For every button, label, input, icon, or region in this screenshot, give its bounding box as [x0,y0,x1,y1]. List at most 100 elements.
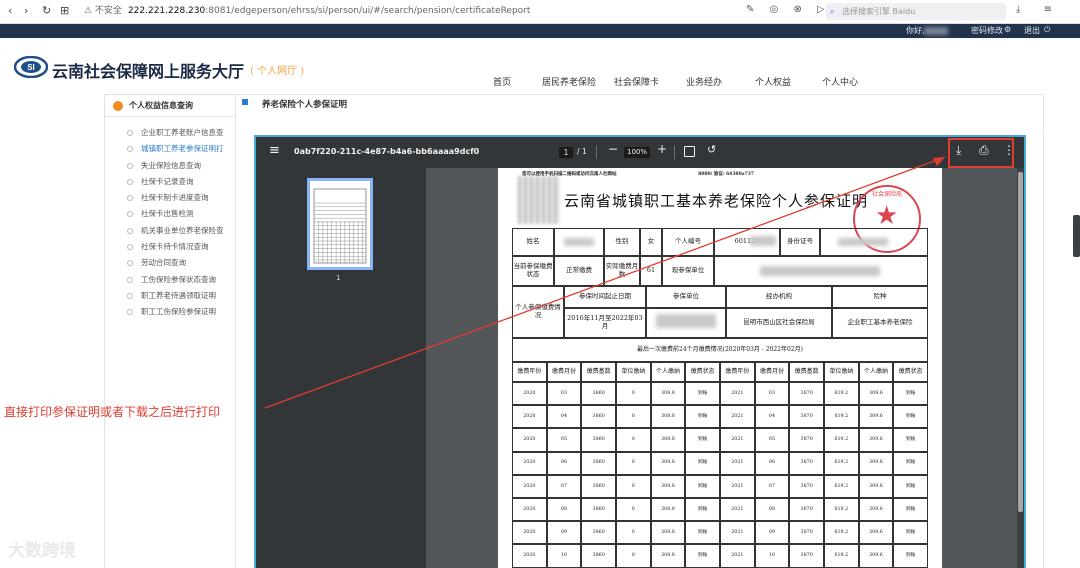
table-cell: 619.2 [824,498,859,522]
bullet-icon [127,260,133,267]
table-cell: 309.6 [858,498,894,522]
rotate-icon[interactable]: ↺ [707,143,716,156]
column-header-text: 缴费年份 [725,368,750,376]
table-cell-text: 04 [560,413,568,419]
nav-personal-rights[interactable]: 个人权益 [755,75,791,88]
table-cell-text: 到账 [905,390,916,396]
sidebar: 个人权益信息查询 企业职工养老账户信息查 城镇职工养老参保证明打 失业保险信息查询社… [104,94,236,568]
nav-personal-center[interactable]: 个人中心 [822,75,858,88]
sidebar-item[interactable]: 职工工伤保险参保证明 [105,304,235,320]
bullet-icon [127,276,133,283]
zoom-in-button[interactable]: + [657,142,667,156]
page-thumbnail[interactable] [307,178,373,270]
table-cell-text: 3870 [800,413,813,419]
period-label-text: 参保时间起止日期 [579,292,631,301]
table-cell-text: 308.8 [661,413,675,419]
address-bar[interactable]: ⚠ 不安全 222.221.228.230:8081/edgeperson/ehr… [84,3,724,20]
bullet-icon [127,211,133,218]
sidebar-item[interactable]: 社保卡记录查询 [105,174,235,190]
table-cell-text: 308.8 [661,460,675,466]
sidebar-item[interactable]: 工伤保险参保状态查询 [105,272,235,288]
table-cell: 2020 [512,521,547,545]
logout-link[interactable]: 退出 [1024,25,1040,36]
sidebar-item[interactable]: 社保卡持卡情况查询 [105,239,235,255]
table-cell-text: 308.8 [661,437,675,443]
fit-page-icon[interactable] [684,146,695,157]
scrollbar-thumb[interactable] [1018,172,1023,512]
thumbnail-page-number: 1 [336,274,341,282]
hamburger-icon[interactable]: ≡ [269,143,280,158]
type-label-text: 险种 [873,292,887,301]
zoom-out-button[interactable]: − [608,142,618,156]
section-title: 最后一次缴费前24个月缴费情况(2020年03月 - 2022年02月) [512,338,928,362]
table-cell-text: 0 [631,390,635,396]
sidebar-item[interactable]: 劳动合同查询 [105,255,235,271]
column-header-text: 缴费基数 [794,368,819,376]
table-cell: 3870 [789,382,824,406]
table-cell-text: 03 [560,390,568,396]
qr-code-blurred [518,176,560,224]
zoom-input[interactable]: 100% [624,147,650,158]
power-icon[interactable]: ⏻ [1044,25,1050,35]
table-cell-text: 309.6 [869,553,883,559]
page-number-input[interactable]: 1 [559,147,573,158]
column-header: 缴费基数 [581,362,616,382]
side-handle[interactable] [1073,215,1080,257]
table-cell-text: 619.2 [834,390,849,396]
nav-home[interactable]: 首页 [493,75,511,88]
table-cell-text: 2021 [731,483,744,489]
table-cell-text: 到账 [697,529,708,535]
table-cell: 09 [754,521,790,545]
table-cell-text: 619.2 [834,483,849,489]
period-value-text: 2016年11月至2022年03月 [567,314,643,330]
sidebar-item[interactable]: 企业职工养老账户信息查 [105,125,235,141]
toolbar-divider [596,146,597,159]
table-cell-text: 到账 [905,529,916,535]
browser-search-input[interactable]: ⌕ 选择搜索引擎 Baidu [826,3,1006,20]
table-cell-text: 到账 [697,437,708,443]
table-cell: 09 [546,521,582,545]
table-cell: 308.8 [650,474,686,498]
table-cell-text: 2020 [523,553,536,559]
column-header: 缴费月份 [546,362,582,382]
table-cell-text: 309.6 [869,437,883,443]
table-cell: 04 [754,405,790,429]
table-cell-text: 0 [631,506,635,512]
seal-star-icon: ★ [875,201,899,231]
table-cell: 2021 [720,428,755,452]
pid-label-text: 个人编号 [675,237,701,246]
gear-icon[interactable]: ⚙ [1004,25,1011,34]
table-cell-text: 619.2 [834,413,849,419]
greeting: 你好, [906,26,925,35]
table-cell: 到账 [685,451,720,475]
table-cell-text: 3870 [800,437,813,443]
back-icon[interactable]: ‹ [8,4,12,17]
nav-social-card[interactable]: 社会保障卡 [614,75,659,88]
table-cell: 2020 [512,544,547,568]
table-cell: 到账 [893,544,928,568]
table-cell: 0 [616,405,651,429]
password-change-link[interactable]: 密码修改 [971,25,1003,36]
browser-menu-icons[interactable]: ⤓ ≡ [1016,4,1062,15]
sidebar-item[interactable]: 社保卡制卡进度查询 [105,190,235,206]
nav-business[interactable]: 业务经办 [686,75,722,88]
sidebar-item[interactable]: 机关事业单位养老保险查 [105,223,235,239]
table-cell-text: 3870 [800,506,813,512]
table-cell: 2020 [512,474,547,498]
table-cell-text: 2020 [523,413,536,419]
sidebar-item[interactable]: 职工养老待遇领取证明 [105,288,235,304]
reload-icon[interactable]: ↻ [42,4,51,17]
sidebar-item[interactable]: 城镇职工养老参保证明打 [105,141,235,157]
apps-icon[interactable]: ⊞ [60,4,69,17]
sidebar-item[interactable]: 失业保险信息查询 [105,158,235,174]
forward-icon[interactable]: › [24,4,28,17]
sidebar-item[interactable]: 社保卡出售检测 [105,206,235,222]
scrollbar[interactable] [1017,168,1024,568]
table-cell-text: 2020 [523,529,536,535]
table-cell-text: 308.8 [661,390,675,396]
nav-resident-pension[interactable]: 居民养老保险 [542,75,596,88]
table-cell-text: 10 [768,553,776,559]
security-warning[interactable]: ⚠ 不安全 [84,6,122,16]
table-cell-text: 2020 [523,483,536,489]
table-cell-text: 619.2 [834,553,849,559]
